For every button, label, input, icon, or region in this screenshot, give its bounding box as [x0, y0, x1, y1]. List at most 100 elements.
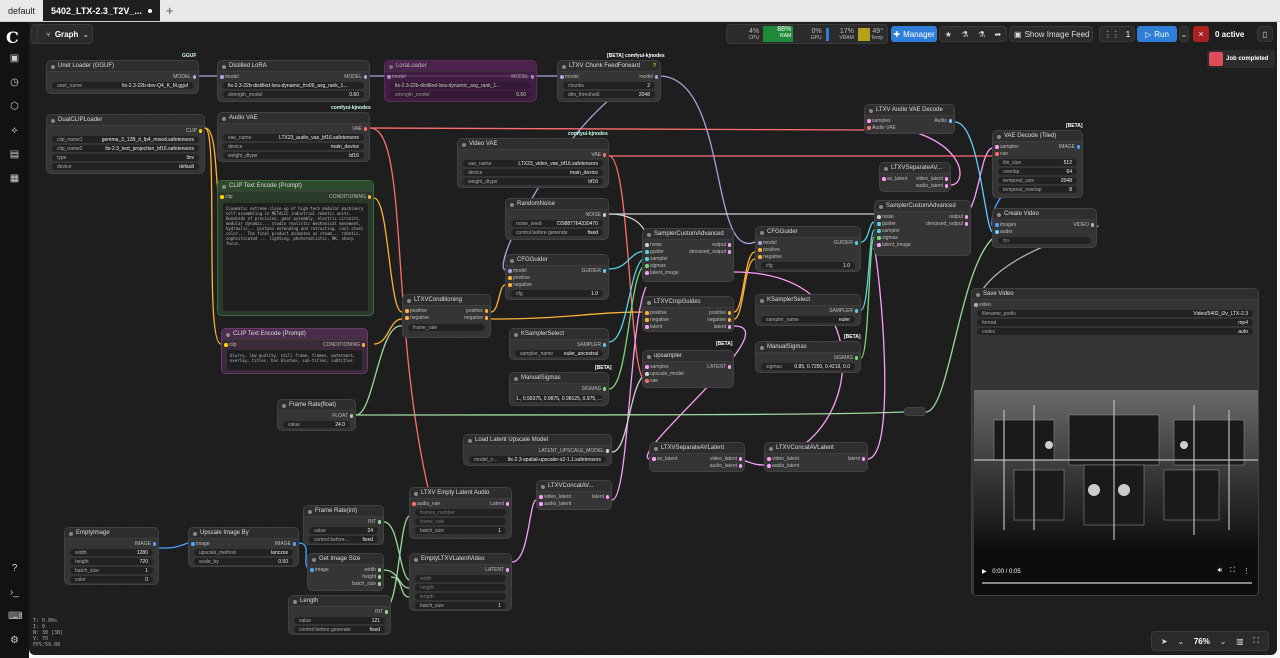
images-icon[interactable]: ▣	[8, 52, 21, 65]
volume-icon[interactable]: 🔊︎	[1218, 567, 1222, 575]
fit-view-icon[interactable]: ⛶	[1253, 636, 1259, 646]
strength-model-slider[interactable]: strength_model 0.60	[390, 91, 531, 98]
queue-count-stepper[interactable]: ⋮⋮ 1	[1099, 26, 1135, 42]
output-image[interactable]: IMAGE	[135, 541, 157, 547]
height-stepper[interactable]: height 720	[70, 558, 153, 565]
node-sampler-custom-advanced-1[interactable]: SamplerCustomAdvanced noise guider sampl…	[642, 228, 734, 282]
reroute-node[interactable]	[904, 407, 926, 416]
control-combo[interactable]: control before generate fixed	[294, 626, 385, 633]
vae-name-combo[interactable]: vae_name LTX23_video_vae_bf16.safetensors	[463, 160, 603, 167]
input-model[interactable]: model	[508, 268, 527, 274]
value-stepper[interactable]: value 24	[309, 527, 378, 534]
video-preview[interactable]: ▶ 0:00 / 0:05 🔊︎ ⛶ ⋮	[974, 390, 1258, 595]
output-clip[interactable]: CLIP	[186, 128, 203, 134]
batch-size-stepper[interactable]: batch_size 1	[415, 527, 506, 534]
length-input[interactable]: length	[415, 593, 506, 600]
node-create-video[interactable]: Create Video images audio fps VIDEO	[992, 208, 1097, 248]
node-manual-sigmas-1[interactable]: ManualSigmas SIGMAS 1., 0.99375, 0.9875,…	[509, 372, 609, 406]
chevron-down-icon[interactable]: ⌄	[1177, 637, 1184, 646]
batch-size-stepper[interactable]: batch_size 1	[415, 602, 506, 609]
output-model[interactable]: model	[639, 74, 658, 80]
flask-icon[interactable]: ⚗	[961, 30, 968, 39]
input-sampler[interactable]: sampler	[877, 228, 900, 234]
output-output[interactable]: output	[949, 214, 968, 220]
chevron-down-icon[interactable]: ⌄	[1220, 637, 1227, 646]
node-ksampler-select-1[interactable]: KSamplerSelect SAMPLER sampler_name euler…	[509, 328, 609, 360]
node-ltxv-concat-av-2[interactable]: LTXVConcatAVLatent video_latent audio_la…	[764, 442, 868, 472]
input-image[interactable]: image	[310, 567, 329, 573]
input-clip[interactable]: clip	[220, 194, 233, 200]
output-image[interactable]: IMAGE	[275, 541, 297, 547]
node-save-video[interactable]: Save Video video filename_prefix Video/54…	[971, 288, 1259, 596]
output-latent[interactable]: latent	[592, 494, 610, 500]
batch-size-stepper[interactable]: batch_size 1	[70, 567, 153, 574]
node-ltxv-separate-av-2[interactable]: LTXVSeparateAVLatent av_latent video_lat…	[649, 442, 745, 472]
node-ltxv-concat-av-1[interactable]: LTXVConcatAV... video_latent audio_laten…	[536, 480, 612, 510]
tile-size-stepper[interactable]: tile_size 512	[998, 159, 1077, 166]
frames-number-input[interactable]: frames_number	[415, 509, 506, 516]
input-audio-latent[interactable]: audio_latent	[538, 501, 571, 507]
input-guider[interactable]: guider	[645, 249, 664, 255]
input-upscale-model[interactable]: upscale_model	[645, 371, 684, 377]
node-empty-ltxv-latent-video[interactable]: EmptyLTXVLatentVideo LATENT width height…	[409, 553, 512, 611]
codec-combo[interactable]: codec auto	[977, 328, 1253, 335]
clip-type-combo[interactable]: type ltxv	[52, 154, 199, 161]
input-audio-latent[interactable]: audio_latent	[766, 463, 799, 469]
input-model[interactable]: model	[220, 74, 239, 80]
nodes-icon[interactable]: ⬡	[8, 100, 21, 113]
input-negative[interactable]: negative	[645, 317, 669, 323]
input-latent-image[interactable]: latent_image	[645, 270, 679, 276]
input-audio[interactable]: audio	[994, 229, 1012, 235]
input-sigmas[interactable]: sigmas	[645, 263, 666, 269]
run-options-button[interactable]: ⌄	[1179, 26, 1189, 42]
tab-workspace[interactable]: default	[0, 0, 43, 21]
vae-name-combo[interactable]: vae_name LTX23_audio_vae_bf16.safetensors	[223, 134, 364, 141]
more-options-icon[interactable]: ⋮	[1243, 567, 1250, 575]
lora-name-combo[interactable]: ltx-2.3-22b-distilled-lora-dynamic_avg_r…	[390, 82, 531, 89]
node-ltxv-audio-vae-decode[interactable]: LTXV Audio VAE Decode samples Audio VAE …	[864, 104, 955, 134]
clip-device-combo[interactable]: device default	[52, 163, 199, 170]
output-sigmas[interactable]: SIGMAS	[582, 386, 607, 392]
input-samples[interactable]: samples	[645, 364, 669, 370]
device-combo[interactable]: device main_device	[223, 143, 364, 150]
node-ltxv-crop-guides[interactable]: LTXVCropGuides positive negative latent …	[642, 296, 734, 332]
panel-toggle-button[interactable]: ▯	[1257, 26, 1273, 42]
node-random-noise[interactable]: RandomNoise NOISE noise_seed 729887764330…	[505, 198, 609, 240]
output-sampler[interactable]: SAMPLER	[829, 308, 858, 314]
input-sampler[interactable]: sampler	[645, 256, 668, 262]
output-width[interactable]: width	[364, 567, 381, 573]
output-latent[interactable]: latent	[714, 324, 732, 330]
star-icon[interactable]: ★	[945, 30, 952, 39]
zoom-value[interactable]: 76%	[1194, 637, 1210, 646]
tab-workflow[interactable]: 5402_LTX-2.3_T2V_...	[43, 0, 160, 21]
node-frame-rate-int[interactable]: Frame Rate(int) INT value 24 control befo…	[303, 505, 384, 545]
node-distilled-lora[interactable]: Distilled LoRA model MODEL ltx-2.3-22b-d…	[217, 60, 370, 102]
sampler-name-combo[interactable]: sampler_name euler_ancestral	[515, 350, 603, 357]
output-denoised[interactable]: denoised_output	[926, 221, 968, 227]
pointer-icon[interactable]: ➤	[1161, 637, 1168, 646]
control-combo[interactable]: control before... fixed	[309, 536, 378, 543]
node-load-latent-upscale-model[interactable]: Load Latent Upscale Model LATENT_UPSCALE…	[463, 434, 612, 466]
node-lora-bypassed[interactable]: LoraLoader model MODEL ltx-2.3-22b-disti…	[384, 60, 537, 102]
output-int[interactable]: INT	[375, 609, 389, 615]
job-status-toast[interactable]: Job completed	[1207, 50, 1275, 68]
control-after-generate-combo[interactable]: control before generate fixed	[511, 229, 603, 236]
noise-seed-stepper[interactable]: noise_seed 729887764330470	[511, 220, 603, 227]
output-model[interactable]: MODEL	[511, 74, 534, 80]
width-input[interactable]: width	[415, 575, 506, 582]
node-ltxv-empty-latent-audio[interactable]: LTXV Empty Latent Audio audio_vae Latent…	[409, 487, 512, 539]
input-audio-vae[interactable]: audio_vae	[411, 501, 440, 507]
input-sigmas[interactable]: sigmas	[877, 235, 898, 241]
input-positive[interactable]: positive	[758, 247, 780, 253]
node-sampler-custom-advanced-2[interactable]: SamplerCustomAdvanced noise guider sampl…	[874, 200, 971, 256]
cfg-slider[interactable]: cfg 1.0	[511, 290, 603, 297]
lora-name-combo[interactable]: ltx-2.3-22b-distilled-lora-dynamic_fro09…	[223, 82, 364, 89]
output-latent[interactable]: LATENT	[707, 364, 731, 370]
graph-canvas[interactable]: ⑂ ⑂ Graph ⌄ 4%CPU 88%RAM 0%GPU 17%VRAM 4…	[29, 22, 1277, 655]
width-stepper[interactable]: width 1280	[70, 549, 153, 556]
output-positive[interactable]: positive	[709, 310, 731, 316]
output-audio-latent[interactable]: audio_latent	[916, 183, 949, 189]
node-manual-sigmas-2[interactable]: ManualSigmas SIGMAS sigmas 0.85, 0.7250, …	[755, 341, 861, 373]
negative-prompt-textarea[interactable]: blurry, low quality, still frame, frames…	[227, 350, 362, 370]
output-audio-latent[interactable]: audio_latent	[710, 463, 743, 469]
